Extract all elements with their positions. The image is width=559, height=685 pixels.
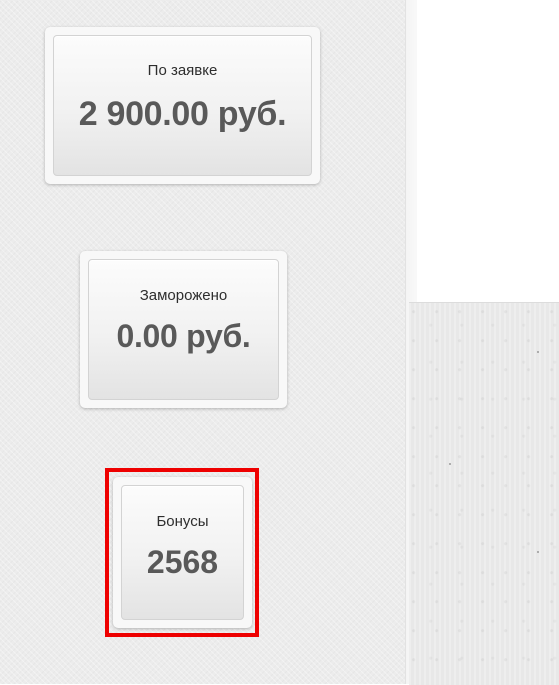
balance-card-frozen: Заморожено 0.00 руб.: [80, 251, 287, 408]
texture-speck: [537, 351, 539, 353]
texture-speck: [537, 551, 539, 553]
background-texture: [409, 302, 559, 685]
balance-label: Бонусы: [156, 513, 209, 530]
balance-button-request[interactable]: По заявке 2 900.00 руб.: [53, 35, 312, 176]
balance-card-request: По заявке 2 900.00 руб.: [45, 27, 320, 184]
balance-button-bonus[interactable]: Бонусы 2568: [121, 485, 244, 620]
balance-label: Заморожено: [139, 287, 228, 304]
balance-value: 2 900.00 руб.: [78, 95, 287, 133]
balance-button-frozen[interactable]: Заморожено 0.00 руб.: [88, 259, 279, 400]
balance-value: 2568: [146, 544, 219, 580]
content-area: [417, 0, 559, 302]
texture-speck: [449, 463, 451, 465]
balance-card-bonus: Бонусы 2568: [113, 477, 252, 628]
balance-label: По заявке: [147, 62, 218, 79]
balance-value: 0.00 руб.: [116, 318, 251, 354]
